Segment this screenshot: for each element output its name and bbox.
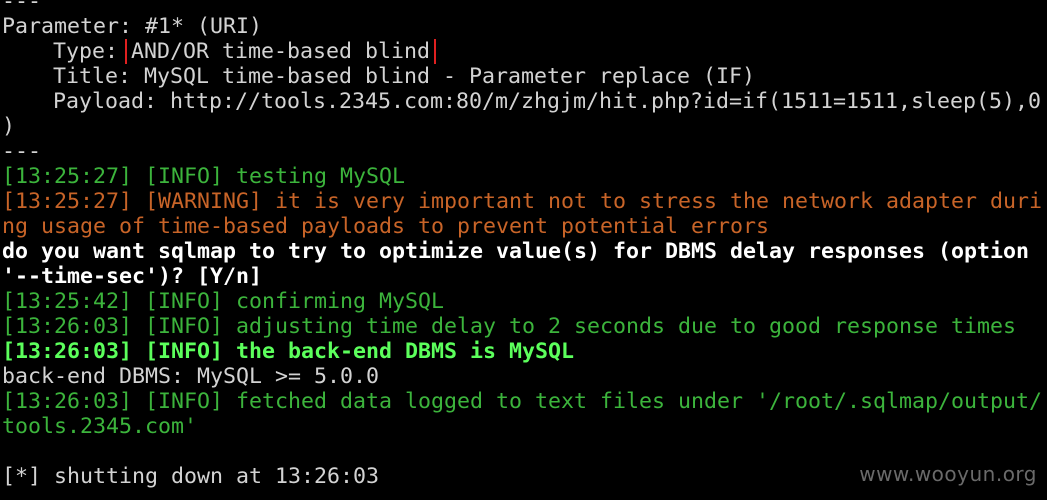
separator-line: --- xyxy=(2,0,42,14)
info-log-line: [13:26:03] [INFO] fetched data logged to… xyxy=(2,389,1042,414)
title-line: Title: MySQL time-based blind - Paramete… xyxy=(53,64,756,89)
info-log-line: [13:25:27] [INFO] testing MySQL xyxy=(2,164,406,189)
warning-log-line-continuation: ng usage of time-based payloads to preve… xyxy=(2,214,770,239)
info-log-line: [13:25:42] [INFO] confirming MySQL xyxy=(2,289,445,314)
dbms-result-line: [13:26:03] [INFO] the back-end DBMS is M… xyxy=(2,339,575,364)
info-log-line-continuation: tools.2345.com' xyxy=(2,414,198,439)
terminal-output[interactable]: --- Parameter: #1* (URI) Type: AND/OR ti… xyxy=(2,0,1042,489)
dbms-version-line: back-end DBMS: MySQL >= 5.0.0 xyxy=(2,364,380,389)
prompt-line-continuation: '--time-sec')? [Y/n] xyxy=(2,264,263,289)
parameter-line: Parameter: #1* (URI) xyxy=(2,14,263,39)
type-line: Type: AND/OR time-based blind xyxy=(2,39,1042,64)
separator-line: --- xyxy=(2,139,42,164)
watermark: www.wooyun.org xyxy=(859,462,1037,486)
type-label: Type: xyxy=(53,39,132,64)
warning-log-line: [13:25:27] [WARNING] it is very importan… xyxy=(2,189,1042,214)
highlighted-type-value: AND/OR time-based blind xyxy=(125,39,437,64)
payload-continuation-line: ) xyxy=(2,114,16,139)
payload-line: Payload: http://tools.2345.com:80/m/zhgj… xyxy=(53,89,1042,114)
info-log-line: [13:26:03] [INFO] adjusting time delay t… xyxy=(2,314,1017,339)
prompt-line: do you want sqlmap to try to optimize va… xyxy=(2,239,1030,264)
